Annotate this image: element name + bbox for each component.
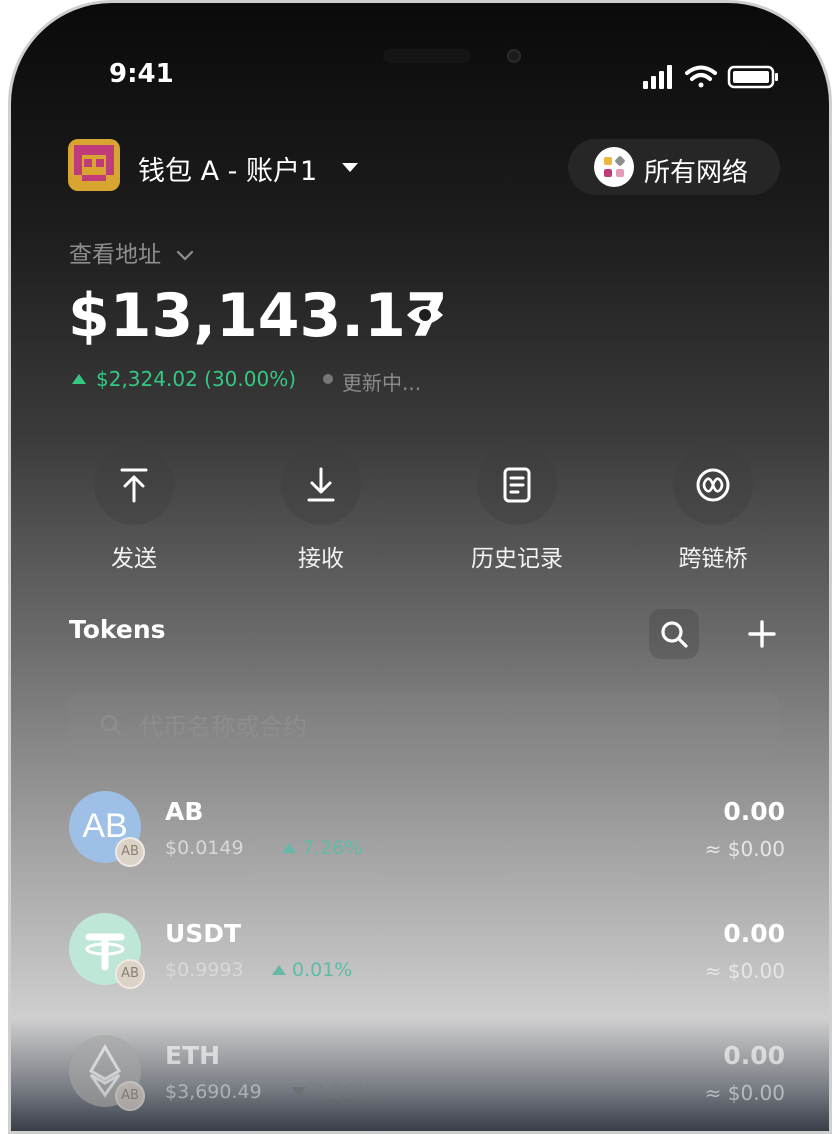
token-price: $3,690.49 (165, 1081, 262, 1103)
search-icon (100, 714, 122, 736)
token-amount: 0.00 (723, 1041, 785, 1070)
updating-status: 更新中... (342, 371, 422, 395)
send-action[interactable]: 发送 (74, 445, 194, 573)
eye-icon[interactable] (405, 301, 445, 329)
status-dot-icon (323, 374, 333, 384)
plus-icon (748, 620, 776, 648)
phone-frame: 9:41 钱包 A - 账户1 所有网络 查看地址 $13,143.17 $2,… (8, 0, 832, 1134)
token-price: $0.0149 (165, 837, 244, 859)
wallet-avatar[interactable] (68, 139, 120, 191)
send-icon (120, 468, 148, 503)
token-fiat: ≈ $0.00 (704, 959, 785, 983)
token-amount: 0.00 (723, 919, 785, 948)
tokens-title: Tokens (69, 615, 166, 644)
down-triangle-icon (292, 1087, 306, 1097)
wifi-icon (685, 65, 717, 88)
send-label: 发送 (111, 546, 157, 572)
token-search-input[interactable]: 代币名称或合约 (69, 691, 779, 757)
token-symbol: ETH (165, 1041, 221, 1070)
add-token-button[interactable] (737, 609, 787, 659)
token-row-eth[interactable]: AB ETH $3,690.49 7.26% 0.00 ≈ $0.00 (69, 1035, 785, 1125)
view-address-label: 查看地址 (69, 242, 161, 268)
bridge-button[interactable] (673, 445, 753, 525)
search-placeholder: 代币名称或合约 (139, 713, 307, 741)
bridge-action[interactable]: 跨链桥 (653, 445, 773, 573)
history-icon (503, 467, 531, 503)
network-label: 所有网络 (644, 158, 749, 188)
token-row-usdt[interactable]: AB USDT $0.9993 0.01% 0.00 ≈ $0.00 (69, 913, 785, 1003)
receive-label: 接收 (298, 546, 344, 572)
token-change: 0.01% (292, 959, 353, 981)
receive-button[interactable] (281, 445, 361, 525)
up-triangle-icon (272, 965, 286, 975)
network-grid-icon (594, 147, 634, 187)
chain-badge-icon: AB (115, 837, 145, 867)
cellular-signal-icon (643, 65, 672, 89)
token-fiat: ≈ $0.00 (704, 1081, 785, 1105)
search-icon (661, 621, 688, 648)
total-balance: $13,143.17 (68, 281, 448, 351)
token-row-ab[interactable]: AB AB AB $0.0149 7.26% 0.00 ≈ $0.00 (69, 791, 785, 881)
chain-badge-icon: AB (115, 1081, 145, 1111)
token-fiat: ≈ $0.00 (704, 837, 785, 861)
token-search-button[interactable] (649, 609, 699, 659)
receive-icon (307, 467, 335, 502)
view-address-link[interactable]: 查看地址 (69, 235, 194, 269)
up-triangle-icon (72, 374, 86, 384)
token-change: 7.26% (312, 1081, 373, 1103)
send-button[interactable] (94, 445, 174, 525)
chevron-down-icon (177, 250, 194, 261)
bridge-label: 跨链桥 (678, 546, 748, 572)
chain-badge-icon: AB (115, 959, 145, 989)
history-button[interactable] (477, 445, 557, 525)
token-price: $0.9993 (165, 959, 244, 981)
history-label: 历史记录 (471, 546, 563, 572)
all-networks-button[interactable]: 所有网络 (568, 139, 780, 195)
bridge-icon (696, 468, 730, 502)
token-amount: 0.00 (723, 797, 785, 826)
token-symbol: USDT (165, 919, 242, 948)
receive-action[interactable]: 接收 (261, 445, 381, 573)
token-symbol: AB (165, 797, 204, 826)
caret-down-icon[interactable] (341, 161, 359, 173)
battery-icon (727, 65, 778, 89)
status-time: 9:41 (109, 59, 174, 89)
status-icons (643, 65, 778, 89)
balance-change: $2,324.02 (30.00%) (96, 367, 297, 391)
history-action[interactable]: 历史记录 (457, 445, 577, 573)
front-camera (507, 49, 521, 63)
token-change: 7.26% (302, 837, 363, 859)
speaker-notch (383, 49, 471, 63)
wallet-account-name[interactable]: 钱包 A - 账户1 (138, 149, 317, 188)
up-triangle-icon (282, 843, 296, 853)
